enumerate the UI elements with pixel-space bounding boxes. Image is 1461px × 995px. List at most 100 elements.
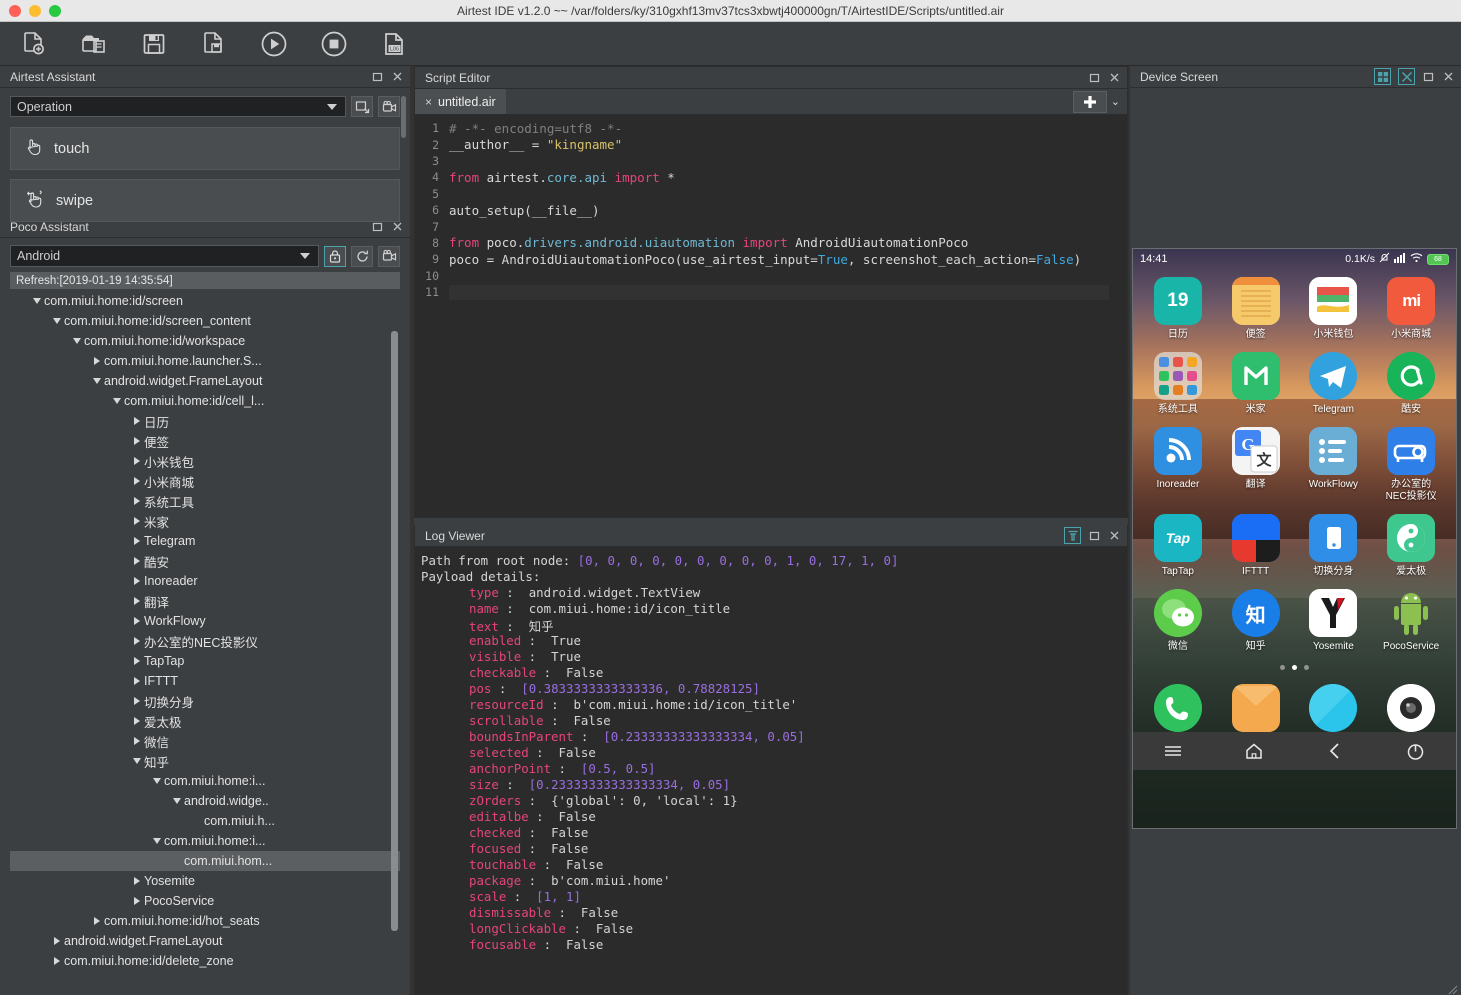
log-scrollbar[interactable] [1119,551,1125,990]
tree-node[interactable]: com.miui.home:id/screen [10,291,400,311]
chevron-right-icon[interactable] [130,717,144,725]
tree-node[interactable]: 酷安 [10,551,400,571]
chevron-right-icon[interactable] [50,937,64,945]
chevron-down-icon[interactable] [30,298,44,304]
tree-node[interactable]: 切换分身 [10,691,400,711]
tree-node[interactable]: com.miui.home:id/hot_seats [10,911,400,931]
tree-node[interactable]: WorkFlowy [10,611,400,631]
chevron-right-icon[interactable] [130,577,144,585]
chevron-right-icon[interactable] [130,597,144,605]
app-icon-grid[interactable]: 19日历便签小米钱包mi小米商城系统工具米家Telegram酷安Inoreade… [1133,269,1456,653]
chevron-down-icon[interactable] [110,398,124,404]
poco-hierarchy-tree[interactable]: com.miui.home:id/screencom.miui.home:id/… [10,289,400,989]
tree-node[interactable]: IFTTT [10,671,400,691]
filter-funnel-icon[interactable] [1064,527,1081,544]
save-as-icon[interactable] [196,28,232,60]
tree-node[interactable]: 小米钱包 [10,451,400,471]
chevron-right-icon[interactable] [130,737,144,745]
app-icon-cell[interactable]: 系统工具 [1139,352,1217,416]
app-icon-cell[interactable]: 微信 [1139,589,1217,653]
app-icon-cell[interactable]: 知知乎 [1217,589,1295,653]
lock-icon[interactable] [324,246,346,267]
tree-node[interactable]: com.miui.home:id/cell_l... [10,391,400,411]
chevron-down-icon[interactable] [150,838,164,844]
minimize-window-button[interactable] [29,5,41,17]
app-icon-cell[interactable]: 19日历 [1139,277,1217,341]
tree-node[interactable]: android.widge.. [10,791,400,811]
code-line[interactable]: 9poco = AndroidUiautomationPoco(use_airt… [415,251,1127,267]
device-mirror[interactable]: 14:41 0.1K/s 68 [1132,248,1457,829]
camera-record-icon[interactable] [378,96,400,117]
grid-inspect-icon[interactable] [1374,68,1391,85]
tree-node[interactable]: com.miui.home:id/delete_zone [10,951,400,971]
app-icon-cell[interactable]: PocoService [1372,589,1450,653]
tree-node[interactable]: 小米商城 [10,471,400,491]
app-icon-cell[interactable]: Yosemite [1295,589,1373,653]
tree-node[interactable]: com.miui.home:id/screen_content [10,311,400,331]
app-icon-cell[interactable]: 酷安 [1372,352,1450,416]
tree-node[interactable]: android.widget.FrameLayout [10,931,400,951]
chevron-right-icon[interactable] [130,437,144,445]
chevron-right-icon[interactable] [130,877,144,885]
app-icon-cell[interactable]: 小米钱包 [1295,277,1373,341]
play-circle-icon[interactable] [256,28,292,60]
app-icon-cell[interactable]: 米家 [1217,352,1295,416]
tree-node[interactable]: Yosemite [10,871,400,891]
chevron-right-icon[interactable] [130,617,144,625]
log-report-icon[interactable]: LOG [376,28,412,60]
chevron-right-icon[interactable] [130,557,144,565]
tree-node[interactable]: TapTap [10,651,400,671]
dock-bar[interactable] [1133,684,1456,732]
code-line[interactable]: 1# -*- encoding=utf8 -*- [415,120,1127,136]
close-tab-icon[interactable]: × [425,95,432,109]
float-panel-icon[interactable] [1088,529,1101,542]
tree-node[interactable]: com.miui.h... [10,811,400,831]
code-line[interactable]: 4from airtest.core.api import * [415,169,1127,185]
tree-node[interactable]: 便签 [10,431,400,451]
open-folder-icon[interactable] [76,28,112,60]
tree-node[interactable]: 办公室的NEC投影仪 [10,631,400,651]
code-line[interactable]: 6auto_setup(__file__) [415,202,1127,218]
close-window-button[interactable] [9,5,21,17]
camera-record-icon[interactable] [378,246,400,267]
chevron-right-icon[interactable] [50,957,64,965]
window-resize-grip[interactable] [1448,982,1458,992]
touch-action-item[interactable]: touch [10,127,400,170]
back-chevron-icon[interactable] [1327,742,1343,760]
close-panel-icon[interactable] [1108,71,1121,84]
chevron-right-icon[interactable] [130,637,144,645]
app-icon-cell[interactable]: 爱太极 [1372,514,1450,578]
tree-node[interactable]: com.miui.home.launcher.S... [10,351,400,371]
editor-tab-untitled[interactable]: × untitled.air [415,89,506,114]
home-icon[interactable] [1244,742,1264,760]
new-file-icon[interactable] [16,28,52,60]
app-icon-cell[interactable]: G文翻译 [1217,427,1295,503]
airtest-assistant-scrollbar[interactable] [401,96,406,138]
tree-node[interactable]: 微信 [10,731,400,751]
chevron-right-icon[interactable] [130,537,144,545]
tree-node[interactable]: com.miui.home:id/workspace [10,331,400,351]
app-icon-cell[interactable]: 便签 [1217,277,1295,341]
snapshot-icon[interactable] [351,96,373,117]
tree-node[interactable]: com.miui.home:i... [10,831,400,851]
tools-cross-icon[interactable] [1398,68,1415,85]
chevron-right-icon[interactable] [130,517,144,525]
code-line[interactable]: 2__author__ = "kingname" [415,136,1127,152]
chevron-down-icon[interactable] [150,778,164,784]
operation-select[interactable]: Operation [10,96,346,117]
float-panel-icon[interactable] [371,70,384,83]
code-line[interactable]: 10 [415,268,1127,284]
chevron-right-icon[interactable] [130,697,144,705]
app-icon-cell[interactable]: WorkFlowy [1295,427,1373,503]
save-disk-icon[interactable] [136,28,172,60]
float-panel-icon[interactable] [1422,70,1435,83]
tree-node[interactable]: android.widget.FrameLayout [10,371,400,391]
chevron-down-icon[interactable] [70,338,84,344]
tree-node[interactable]: 知乎 [10,751,400,771]
app-icon-cell[interactable]: Telegram [1295,352,1373,416]
app-icon-cell[interactable]: TapTapTap [1139,514,1217,578]
dock-icon-cell[interactable] [1295,684,1373,732]
close-panel-icon[interactable] [391,70,404,83]
tree-node[interactable]: com.miui.hom... [10,851,400,871]
chevron-right-icon[interactable] [130,417,144,425]
